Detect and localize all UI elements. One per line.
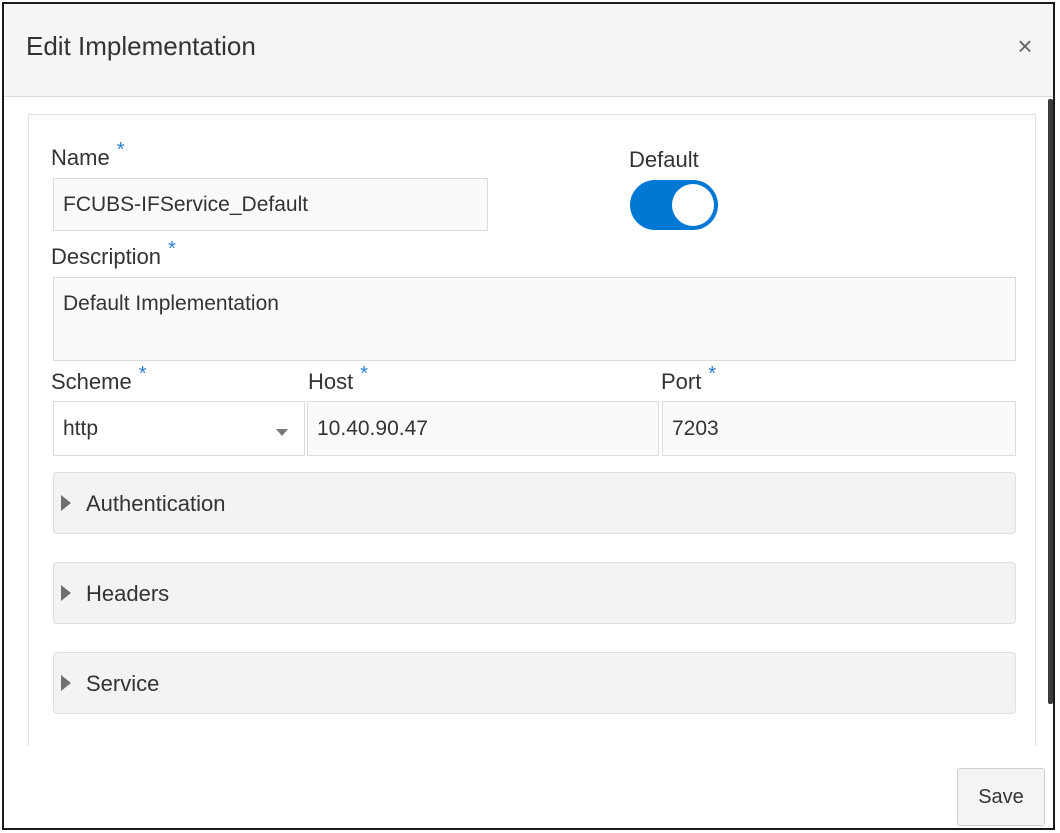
scheme-select[interactable]: http <box>53 401 305 456</box>
form-panel: Name * FCUBS-IFService_Default Default De… <box>28 114 1036 746</box>
name-field[interactable]: FCUBS-IFService_Default <box>53 178 488 231</box>
required-asterisk: * <box>360 363 369 385</box>
authentication-section[interactable]: Authentication <box>53 472 1016 534</box>
description-value: Default Implementation <box>63 292 279 315</box>
edit-implementation-dialog: Edit Implementation × Name * FCUBS-IFServ… <box>2 2 1055 830</box>
caret-right-icon <box>61 675 71 691</box>
section-label: Authentication <box>86 491 226 516</box>
scrollbar[interactable] <box>1048 99 1053 704</box>
description-field[interactable]: Default Implementation <box>53 277 1016 361</box>
port-value: 7203 <box>672 416 719 440</box>
name-label: Name * <box>51 139 124 171</box>
name-label-text: Name <box>51 145 110 170</box>
host-label: Host * <box>308 363 368 395</box>
service-section[interactable]: Service <box>53 652 1016 714</box>
scheme-label-text: Scheme <box>51 369 132 394</box>
default-label: Default <box>629 147 699 172</box>
close-icon[interactable]: × <box>1011 32 1039 60</box>
scheme-value: http <box>63 416 99 440</box>
required-asterisk: * <box>708 363 717 385</box>
scheme-label: Scheme * <box>51 363 147 395</box>
host-value: 10.40.90.47 <box>317 416 428 440</box>
chevron-down-icon <box>276 429 288 436</box>
save-button[interactable]: Save <box>957 768 1045 826</box>
host-label-text: Host <box>308 369 354 394</box>
section-label: Headers <box>86 581 170 606</box>
caret-right-icon <box>61 585 71 601</box>
required-asterisk: * <box>168 238 176 260</box>
description-label-text: Description <box>51 244 162 269</box>
default-toggle[interactable] <box>630 180 718 230</box>
description-label: Description * <box>51 238 176 270</box>
required-asterisk: * <box>116 139 125 161</box>
required-asterisk: * <box>138 363 147 385</box>
toggle-knob <box>672 184 714 226</box>
name-value: FCUBS-IFService_Default <box>63 192 309 216</box>
host-field[interactable]: 10.40.90.47 <box>307 401 659 456</box>
port-label-text: Port <box>661 369 702 394</box>
caret-right-icon <box>61 495 71 511</box>
headers-section[interactable]: Headers <box>53 562 1016 624</box>
port-label: Port * <box>661 363 716 395</box>
section-label: Service <box>86 671 160 696</box>
port-field[interactable]: 7203 <box>662 401 1016 456</box>
dialog-header: Edit Implementation × <box>4 4 1053 97</box>
dialog-title: Edit Implementation <box>26 31 256 61</box>
